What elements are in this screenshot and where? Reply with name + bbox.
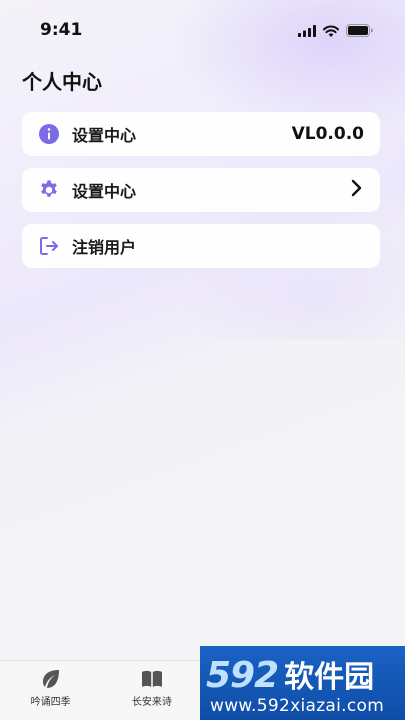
battery-icon	[346, 24, 373, 37]
logout-icon	[38, 235, 60, 257]
status-time: 9:41	[40, 20, 83, 40]
book-icon	[141, 670, 162, 687]
page-title: 个人中心	[22, 70, 102, 94]
watermark-url: www.592xiazai.com	[210, 696, 385, 716]
watermark-logo: 592 软件园	[206, 652, 374, 696]
info-icon	[38, 123, 60, 145]
version-value: VL0.0.0	[291, 124, 364, 144]
chevron-right-icon	[350, 179, 364, 201]
settings-label: 设置中心	[72, 126, 137, 145]
cellular-signal-icon	[298, 24, 316, 37]
tab-label: 长安来诗	[131, 697, 172, 708]
tab-label: 吟诵四季	[30, 697, 71, 708]
watermark-brand: 软件园	[284, 660, 375, 695]
settings-center-row[interactable]: 设置中心	[22, 168, 380, 212]
leaf-icon	[42, 670, 59, 688]
logout-label: 注销用户	[72, 238, 137, 257]
watermark-number: 592	[206, 655, 279, 696]
status-bar: 9:41	[0, 0, 405, 60]
gear-icon	[38, 179, 60, 201]
settings-label: 设置中心	[72, 182, 137, 201]
status-icons	[298, 24, 373, 37]
tab-seasons[interactable]: 吟诵四季	[0, 661, 101, 720]
logout-row[interactable]: 注销用户	[22, 224, 380, 268]
wifi-icon	[323, 25, 339, 37]
settings-version-row[interactable]: 设置中心 VL0.0.0	[22, 112, 380, 156]
watermark-overlay: 592 软件园 www.592xiazai.com	[200, 646, 405, 720]
tab-changan-poems[interactable]: 长安来诗	[101, 661, 202, 720]
